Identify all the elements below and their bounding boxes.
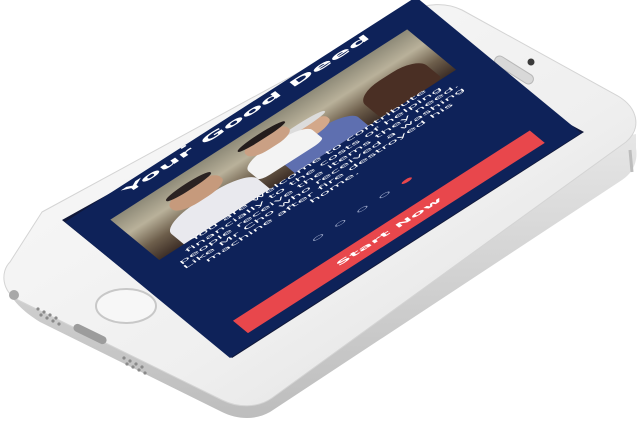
page-dot-4[interactable]: [377, 191, 391, 200]
home-button[interactable]: [95, 288, 157, 324]
front-camera: [527, 58, 535, 66]
side-button[interactable]: [628, 149, 634, 173]
page-dot-2[interactable]: [333, 219, 346, 228]
headphone-jack: [9, 290, 19, 300]
page-dot-5-active[interactable]: [399, 176, 413, 186]
page-dot-1[interactable]: [311, 233, 324, 243]
stage: Step 5: Double Your Good Deed You are we…: [0, 0, 640, 423]
page-dot-3[interactable]: [355, 205, 369, 214]
